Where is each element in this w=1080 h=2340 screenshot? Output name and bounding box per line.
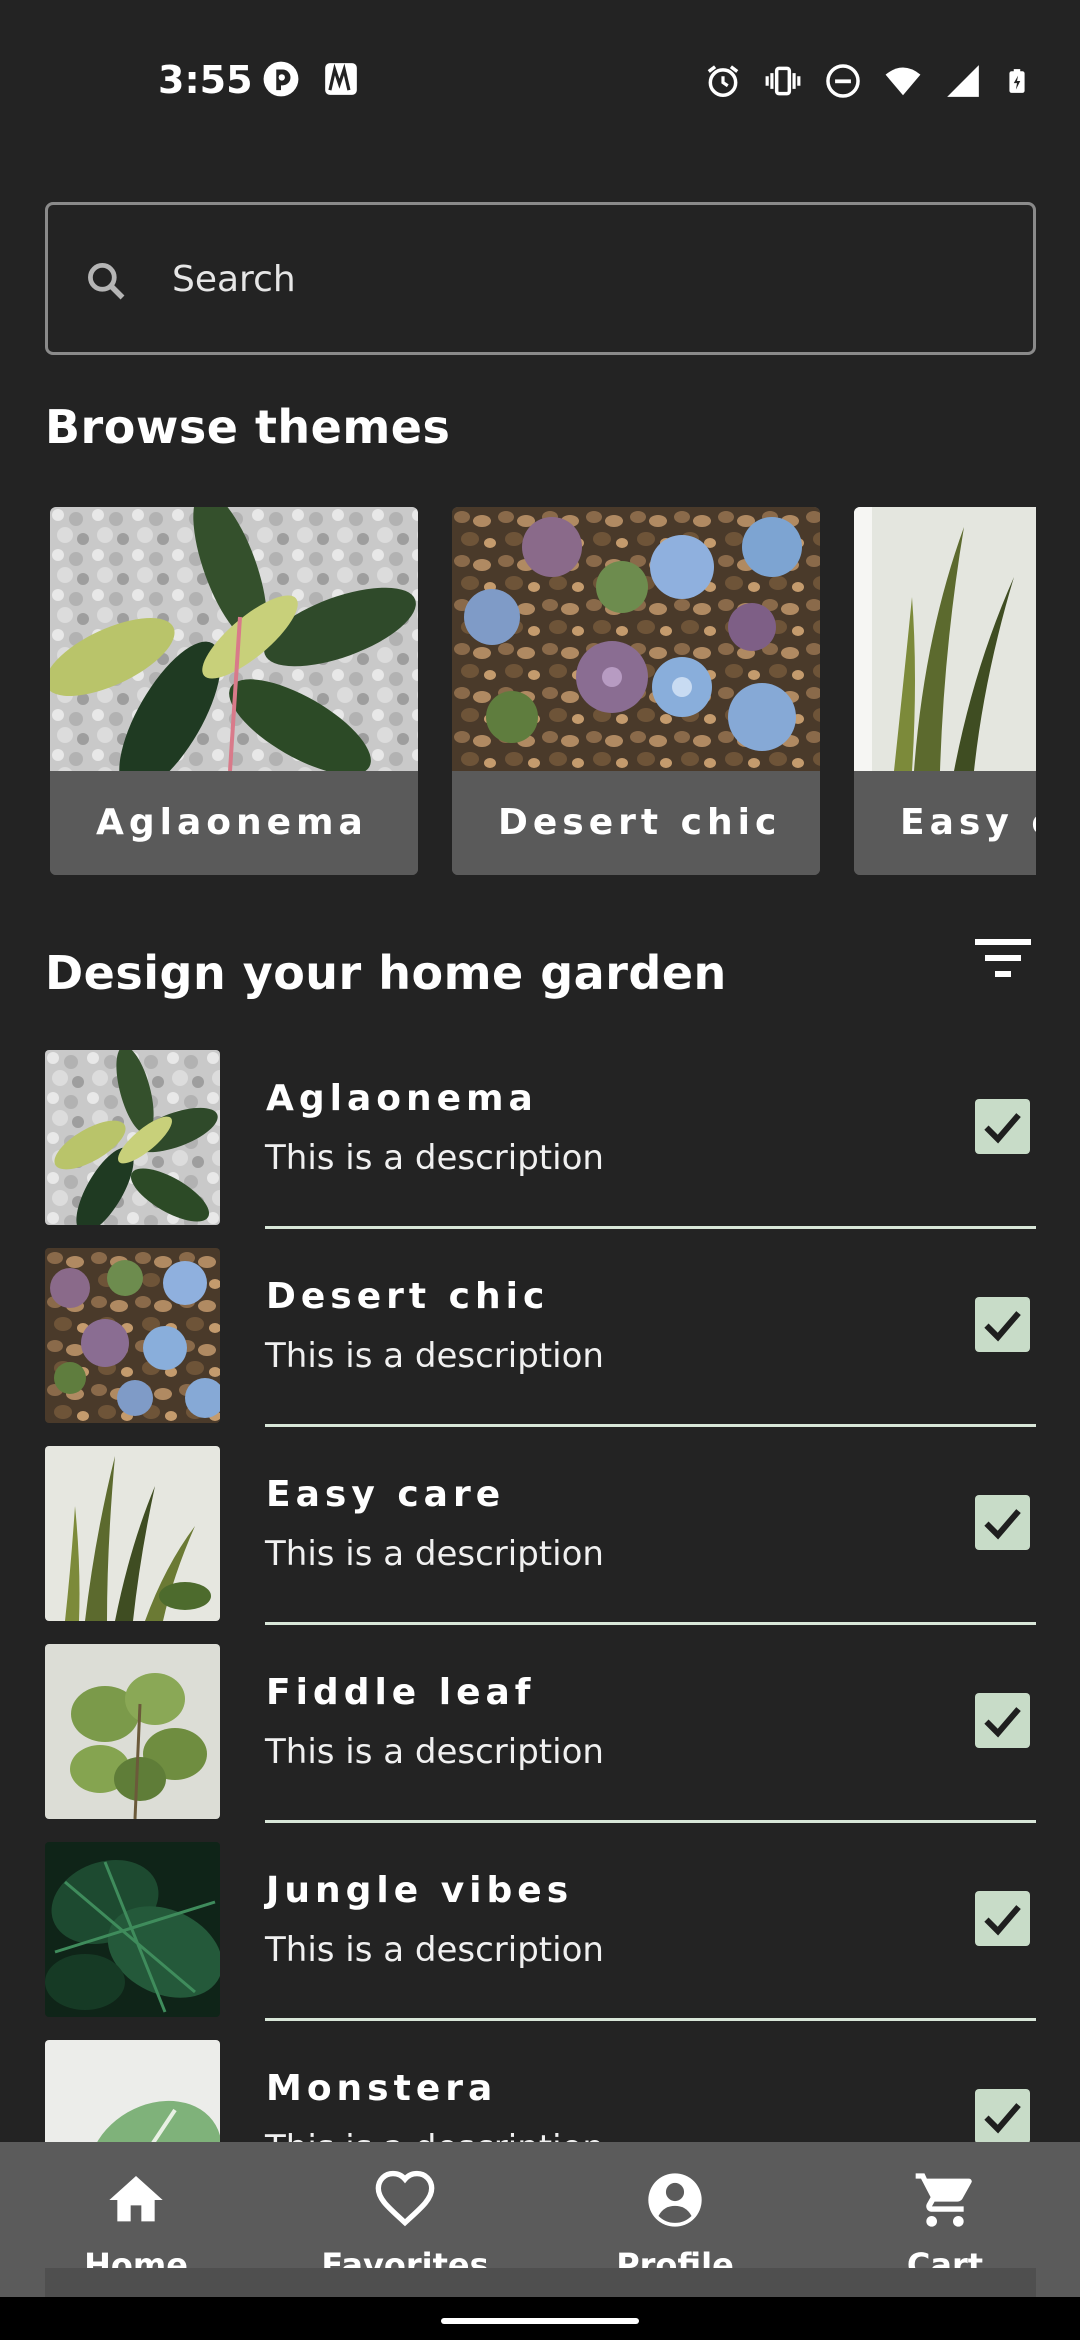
search-input[interactable] — [172, 241, 992, 317]
item-title: Desert chic — [266, 1276, 550, 1317]
theme-card-desert-chic[interactable]: Desert chic — [452, 507, 820, 875]
item-description: This is a description — [265, 1534, 604, 1574]
nav-shadow — [45, 2268, 1036, 2297]
theme-label: Easy care — [854, 771, 1036, 875]
list-item[interactable]: Jungle vibes This is a description — [45, 1842, 1036, 2040]
theme-label: Desert chic — [452, 771, 820, 875]
list-item[interactable]: Desert chic This is a description — [45, 1248, 1036, 1446]
plant-thumbnail — [45, 1644, 220, 1819]
divider — [265, 1424, 1036, 1427]
theme-image — [452, 507, 820, 771]
search-field[interactable] — [45, 202, 1036, 355]
browse-themes-title: Browse themes — [45, 400, 451, 454]
item-checkbox[interactable] — [975, 1297, 1030, 1352]
theme-carousel[interactable]: Aglaonema Desert chic Easy care — [45, 507, 1036, 877]
heart-icon — [375, 2170, 435, 2227]
divider — [265, 1622, 1036, 1625]
plant-thumbnail — [45, 1446, 220, 1621]
search-icon — [88, 263, 125, 300]
design-garden-title: Design your home garden — [45, 946, 727, 1000]
plant-thumbnail — [45, 1050, 220, 1225]
status-bar: 3:55 — [0, 0, 1080, 130]
filter-icon[interactable] — [975, 937, 1031, 981]
item-checkbox[interactable] — [975, 1099, 1030, 1154]
check-icon — [984, 1707, 1021, 1738]
vibrate-icon — [765, 66, 801, 96]
list-item[interactable]: Easy care This is a description — [45, 1446, 1036, 1644]
check-icon — [984, 2103, 1021, 2134]
item-description: This is a description — [265, 1930, 604, 1970]
item-checkbox[interactable] — [975, 1891, 1030, 1946]
wifi-icon — [885, 67, 921, 96]
item-title: Monstera — [266, 2068, 498, 2109]
divider — [265, 2018, 1036, 2021]
cart-icon — [915, 2173, 972, 2227]
check-icon — [984, 1905, 1021, 1936]
theme-image — [854, 507, 1036, 771]
item-checkbox[interactable] — [975, 1495, 1030, 1550]
item-description: This is a description — [265, 1336, 604, 1376]
account-circle-icon — [648, 2173, 702, 2227]
pocket-casts-icon — [263, 61, 299, 97]
plant-thumbnail — [45, 1248, 220, 1423]
do-not-disturb-icon — [826, 64, 860, 98]
item-title: Fiddle leaf — [266, 1672, 536, 1713]
theme-label: Aglaonema — [50, 771, 418, 875]
item-description: This is a description — [265, 1138, 604, 1178]
item-title: Aglaonema — [266, 1078, 538, 1119]
gesture-handle[interactable] — [441, 2318, 639, 2324]
app-icon — [325, 63, 357, 95]
check-icon — [984, 1311, 1021, 1342]
status-time: 3:55 — [158, 58, 253, 102]
alarm-icon — [707, 65, 739, 97]
theme-image — [50, 507, 418, 771]
theme-card-aglaonema[interactable]: Aglaonema — [50, 507, 418, 875]
battery-icon — [1009, 69, 1025, 93]
list-item[interactable]: Aglaonema This is a description — [45, 1050, 1036, 1248]
item-description: This is a description — [265, 1732, 604, 1772]
plant-thumbnail — [45, 1842, 220, 2017]
item-title: Easy care — [266, 1474, 506, 1515]
item-title: Jungle vibes — [266, 1870, 574, 1911]
check-icon — [984, 1509, 1021, 1540]
divider — [265, 1820, 1036, 1823]
item-checkbox[interactable] — [975, 2089, 1030, 2144]
check-icon — [984, 1113, 1021, 1144]
theme-card-easy-care[interactable]: Easy care — [854, 507, 1036, 875]
divider — [265, 1226, 1036, 1229]
item-checkbox[interactable] — [975, 1693, 1030, 1748]
list-item[interactable]: Fiddle leaf This is a description — [45, 1644, 1036, 1842]
signal-icon — [947, 65, 979, 97]
home-icon — [109, 2176, 163, 2222]
